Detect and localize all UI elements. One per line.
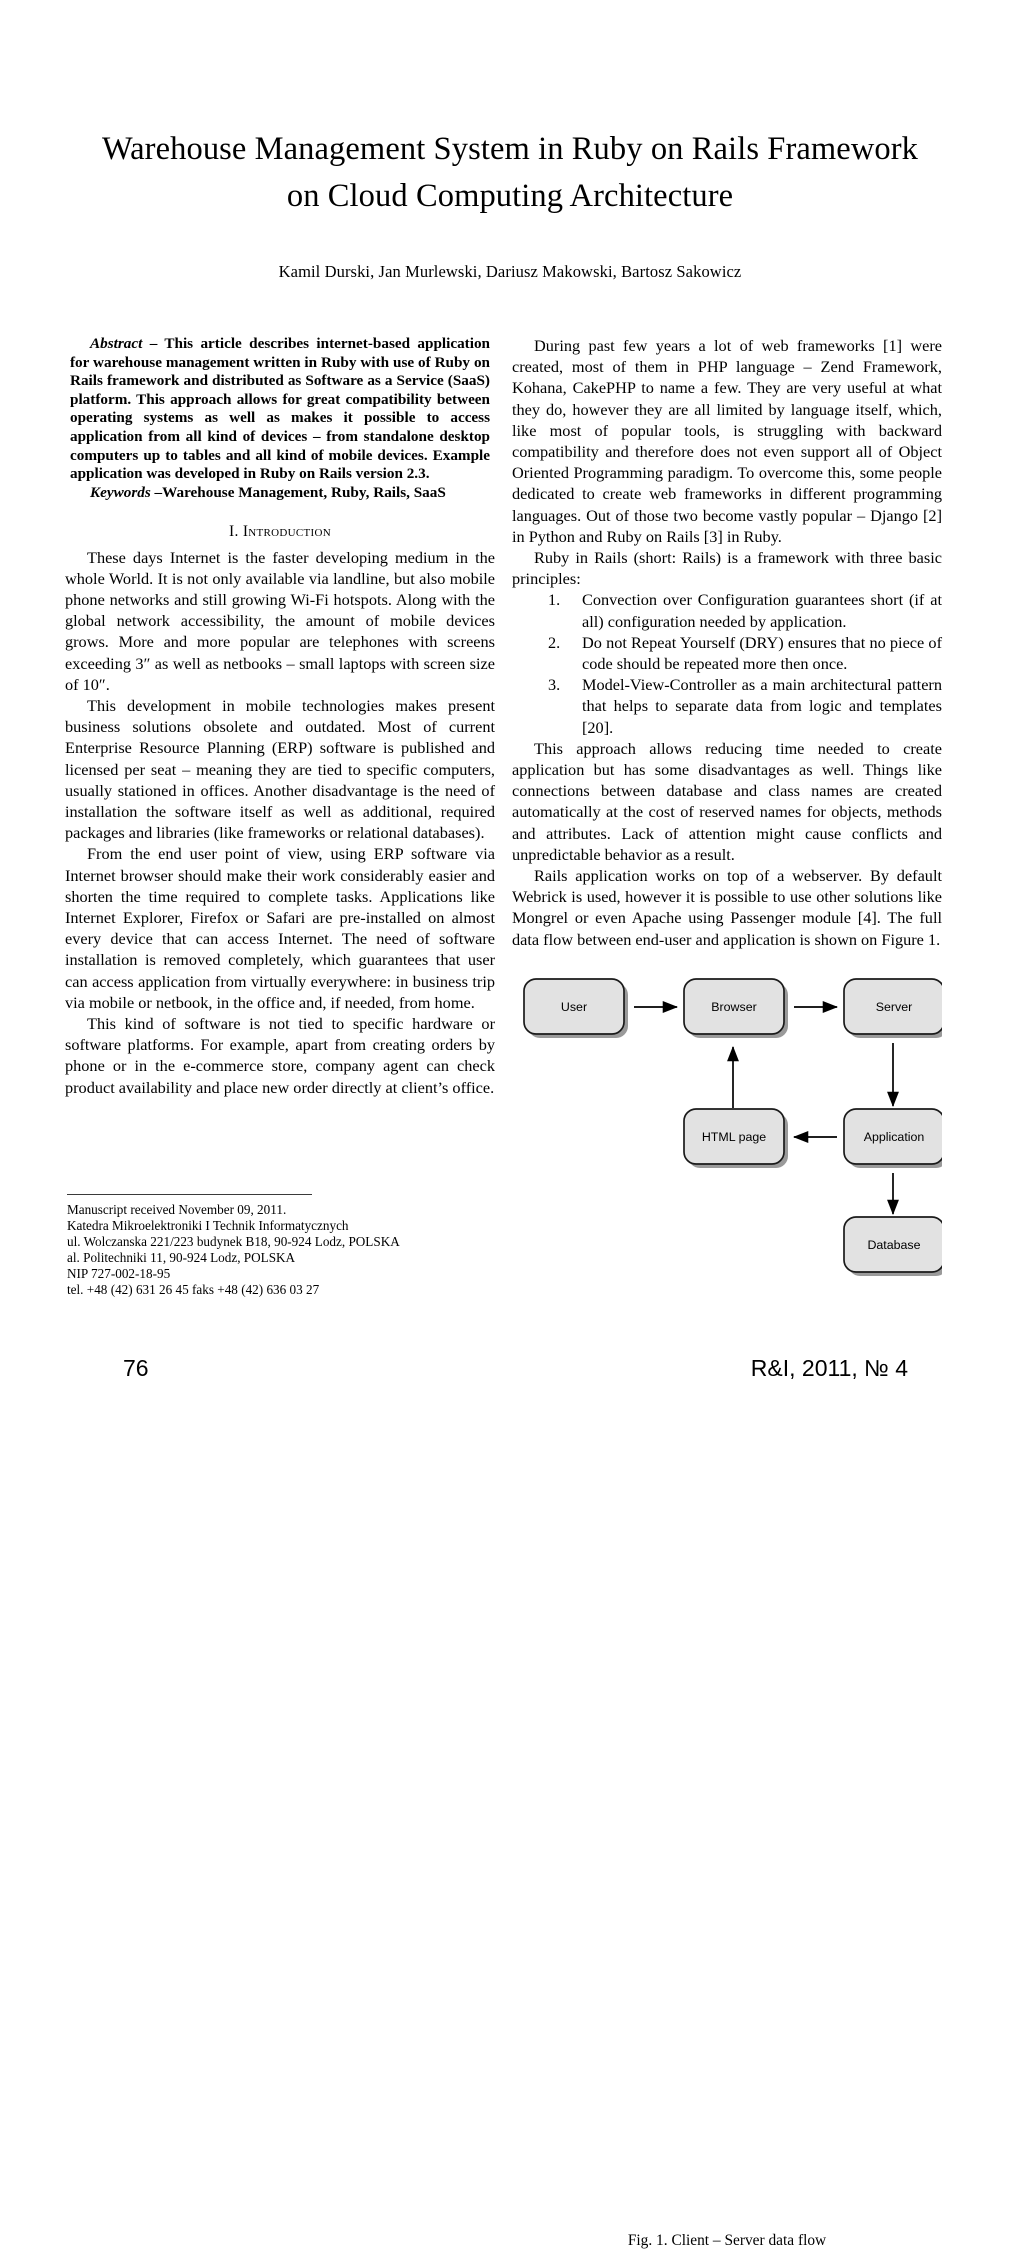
list-item-number: 2. bbox=[548, 632, 561, 652]
abstract-paragraph: Abstract – This article describes intern… bbox=[70, 335, 490, 484]
figure-client-server-data-flow: User Browser Server HTML page Applicatio… bbox=[512, 968, 942, 2249]
footnote-line: ul. Wolczanska 221/223 budynek B18, 90-9… bbox=[67, 1234, 400, 1250]
author-list: Kamil Durski, Jan Murlewski, Dariusz Mak… bbox=[278, 262, 742, 281]
principles-list: 1. Convection over Configuration guarante… bbox=[512, 589, 942, 737]
node-user-label: User bbox=[561, 1000, 587, 1014]
section-title: Introduction bbox=[242, 523, 332, 541]
footer-journal-info: R&I, 2011, № 4 bbox=[750, 1355, 908, 1381]
footnote-line: NIP 727-002-18-95 bbox=[67, 1266, 171, 1282]
list-item-number: 3. bbox=[548, 675, 561, 695]
page-title: Warehouse Management System in Ruby on R… bbox=[101, 131, 919, 214]
footnote-block: Manuscript received November 09, 2011. K… bbox=[67, 1194, 467, 1299]
paragraph: This development in mobile technologies … bbox=[65, 695, 495, 843]
list-item: 2. Do not Repeat Yourself (DRY) ensures t… bbox=[512, 632, 942, 674]
node-browser-label: Browser bbox=[711, 1000, 756, 1014]
paragraph: Rails application works on top of a webs… bbox=[512, 866, 942, 949]
list-item-label: Do not Repeat Yourself (DRY) ensures tha… bbox=[582, 632, 942, 674]
abstract-dash: – bbox=[142, 335, 165, 352]
paragraph: This approach allows reducing time neede… bbox=[512, 738, 942, 864]
keywords-label: Keywords bbox=[90, 483, 151, 501]
paper-page: Warehouse Management System in Ruby on R… bbox=[0, 0, 1020, 2249]
list-item-label: Model-View-Controller as a main architec… bbox=[582, 675, 942, 737]
paragraph: Ruby in Rails (short: Rails) is a framew… bbox=[512, 548, 942, 589]
node-application-label: Application bbox=[864, 1130, 925, 1144]
list-item-number: 1. bbox=[548, 590, 561, 610]
abstract-label: Abstract bbox=[90, 335, 143, 352]
list-item: 3. Model-View-Controller as a main archit… bbox=[512, 674, 942, 738]
column-right: During past few years a lot of web frame… bbox=[512, 335, 942, 950]
list-item: 1. Convection over Configuration guarante… bbox=[512, 589, 942, 631]
abstract-text: This article describes internet-based ap… bbox=[70, 335, 490, 483]
paragraph: During past few years a lot of web frame… bbox=[512, 336, 942, 546]
footnote-line: tel. +48 (42) 631 26 45 faks +48 (42) 63… bbox=[67, 1282, 320, 1298]
column-left: Abstract – This article describes intern… bbox=[65, 335, 495, 1098]
node-database-label: Database bbox=[867, 1238, 920, 1252]
section-number: I. bbox=[228, 523, 239, 541]
paragraph: From the end user point of view, using E… bbox=[65, 844, 495, 1012]
keywords-dash: – bbox=[150, 483, 163, 501]
page-footer: 76 R&I, 2011, № 4 bbox=[0, 1355, 1020, 1389]
section-heading-introduction: I. Introduction bbox=[65, 521, 495, 542]
node-server-label: Server bbox=[876, 1000, 913, 1014]
node-html-page-label: HTML page bbox=[702, 1130, 766, 1144]
list-item-label: Convection over Configuration guarantees… bbox=[582, 590, 942, 631]
paragraph: These days Internet is the faster develo… bbox=[65, 547, 495, 694]
footnote-line: Manuscript received November 09, 2011. bbox=[67, 1202, 287, 1217]
footer-page-number: 76 bbox=[123, 1355, 149, 1381]
figure-caption: Fig. 1. Client – Server data flow bbox=[627, 2232, 827, 2249]
footnote-line: Katedra Mikroelektroniki I Technik Infor… bbox=[67, 1218, 349, 1234]
title-block: Warehouse Management System in Ruby on R… bbox=[85, 126, 935, 220]
keywords-paragraph: Keywords –Warehouse Management, Ruby, Ra… bbox=[70, 484, 490, 503]
footnote-divider bbox=[67, 1194, 312, 1195]
abstract-block: Abstract – This article describes intern… bbox=[70, 335, 490, 502]
footnote-line: al. Politechniki 11, 90-924 Lodz, POLSKA bbox=[67, 1250, 296, 1266]
keywords-text: Warehouse Management, Ruby, Rails, SaaS bbox=[162, 483, 446, 501]
paragraph: This kind of software is not tied to spe… bbox=[65, 1014, 495, 1097]
